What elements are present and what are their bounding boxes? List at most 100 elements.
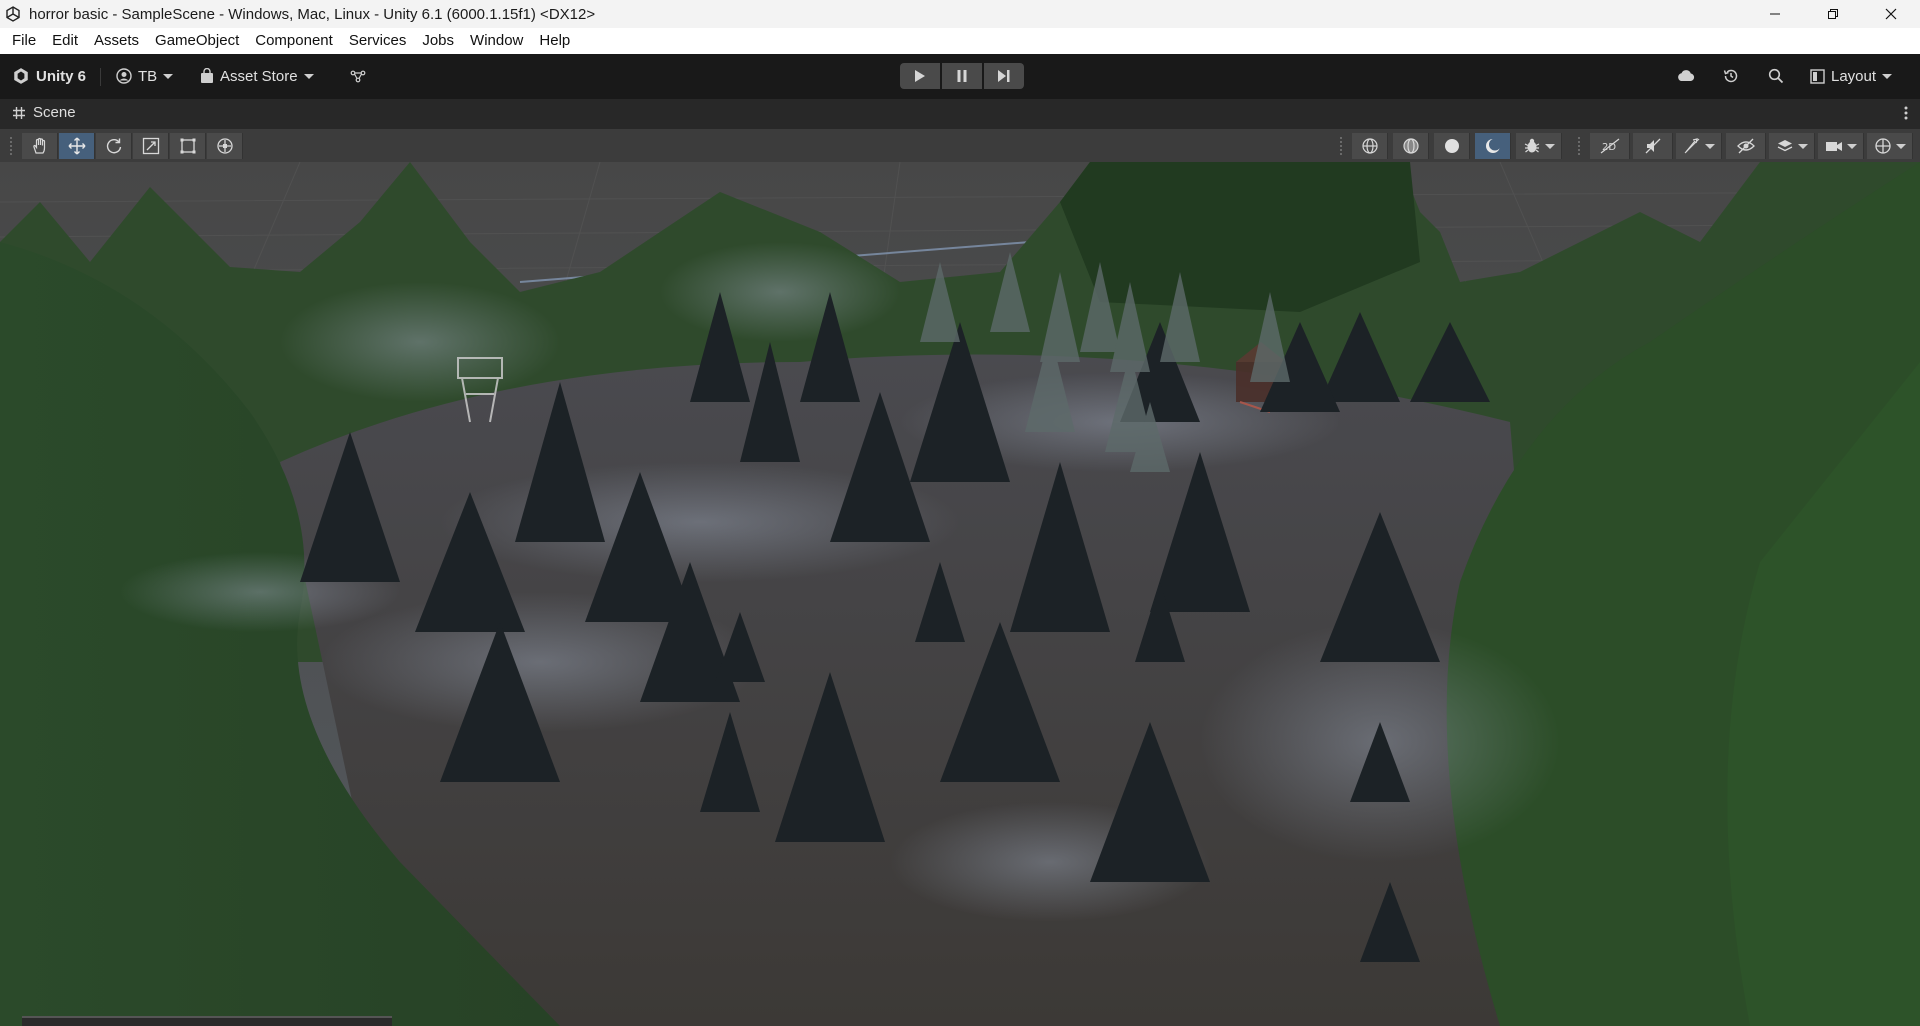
gizmos-dropdown[interactable] [1867, 133, 1913, 159]
cloud-button[interactable] [1672, 63, 1700, 89]
scene-viewport[interactable] [0, 162, 1920, 1026]
layers-icon [1777, 140, 1792, 152]
audio-toggle-button[interactable] [1633, 133, 1673, 159]
transform-gizmo-icon [216, 138, 233, 154]
asset-store-label: Asset Store [220, 67, 298, 85]
layout-icon [1810, 68, 1825, 84]
layers-dropdown[interactable] [1769, 133, 1815, 159]
pause-icon [957, 70, 967, 82]
eye-crossed-icon [1736, 138, 1755, 154]
menu-component[interactable]: Component [247, 28, 341, 54]
scene-tab-bar: Scene [0, 99, 1920, 129]
step-icon [998, 70, 1010, 82]
wireframe-draw-mode-button[interactable] [1352, 133, 1388, 159]
tab-scene[interactable]: Scene [12, 104, 76, 121]
hand-tool-button[interactable] [22, 133, 58, 159]
minimize-icon [1770, 13, 1780, 15]
menu-services[interactable]: Services [341, 28, 415, 54]
chevron-down-icon [163, 73, 174, 79]
step-button[interactable] [984, 63, 1024, 89]
toolbar-grip[interactable] [1578, 137, 1580, 155]
chevron-down-icon [1882, 73, 1893, 79]
svg-text:2D: 2D [1602, 142, 1616, 153]
title-bar: horror basic - SampleScene - Windows, Ma… [0, 0, 1920, 28]
2d-mode-button[interactable]: 2D [1590, 133, 1630, 159]
shaded-wireframe-mode-button[interactable] [1393, 133, 1429, 159]
move-arrows-icon [68, 137, 85, 155]
chevron-down-icon [1544, 143, 1555, 149]
scene-overlay-toolbar[interactable] [22, 1016, 392, 1026]
chevron-down-icon [1846, 143, 1857, 149]
unity-menu-button[interactable]: Unity 6 [8, 63, 90, 89]
hand-icon [32, 137, 45, 154]
transform-tool-button[interactable] [207, 133, 243, 159]
move-tool-button[interactable] [59, 133, 95, 159]
shaded-wireframe-icon [1402, 138, 1419, 154]
gizmo-globe-icon [1874, 138, 1891, 154]
menu-window[interactable]: Window [462, 28, 531, 54]
rotate-icon [106, 138, 121, 154]
main-toolbar: Unity 6 TB Asset Store Layout [0, 54, 1920, 99]
scale-tool-button[interactable] [133, 133, 169, 159]
menu-edit[interactable]: Edit [44, 28, 86, 54]
restore-button[interactable] [1804, 0, 1862, 28]
rect-transform-icon [180, 138, 195, 154]
store-bag-icon [201, 68, 213, 83]
menu-file[interactable]: File [4, 28, 44, 54]
restore-icon [1828, 9, 1838, 19]
minimize-button[interactable] [1746, 0, 1804, 28]
tab-options-button[interactable] [1904, 105, 1908, 125]
scale-icon [142, 137, 159, 155]
chevron-down-icon [1797, 143, 1808, 149]
layout-dropdown[interactable]: Layout [1806, 63, 1896, 89]
rotate-tool-button[interactable] [96, 133, 132, 159]
account-icon [116, 68, 132, 84]
hidden-objects-button[interactable] [1726, 133, 1766, 159]
menu-assets[interactable]: Assets [86, 28, 147, 54]
debug-draw-dropdown[interactable] [1516, 133, 1562, 159]
camera-icon [1825, 142, 1842, 151]
menu-jobs[interactable]: Jobs [414, 28, 462, 54]
close-icon [1885, 8, 1897, 20]
chevron-down-icon [303, 73, 314, 79]
account-dropdown[interactable]: TB [112, 63, 177, 89]
search-button[interactable] [1764, 63, 1788, 89]
version-control-button[interactable] [346, 63, 370, 89]
2d-crossed-icon: 2D [1600, 138, 1619, 154]
history-button[interactable] [1718, 63, 1744, 89]
layout-label: Layout [1831, 67, 1877, 85]
pause-button[interactable] [942, 63, 982, 89]
menu-help[interactable]: Help [531, 28, 578, 54]
account-label: TB [138, 67, 158, 85]
shaded-sphere-icon [1444, 139, 1459, 153]
bug-icon [1524, 138, 1539, 153]
scene-render [0, 162, 1920, 1026]
tab-scene-label: Scene [33, 104, 76, 121]
effects-icon [1684, 138, 1699, 154]
grid-hash-icon [13, 106, 25, 119]
cloud-icon [1678, 70, 1695, 81]
rect-tool-button[interactable] [170, 133, 206, 159]
history-icon [1723, 69, 1738, 83]
play-controls [900, 63, 1024, 89]
camera-settings-dropdown[interactable] [1818, 133, 1864, 159]
menu-gameobject[interactable]: GameObject [147, 28, 247, 54]
wireframe-sphere-icon [1361, 138, 1378, 154]
shaded-mode-button[interactable] [1434, 133, 1470, 159]
unity-logo-icon [14, 68, 28, 84]
window-title: horror basic - SampleScene - Windows, Ma… [29, 5, 596, 23]
audio-muted-icon [1645, 138, 1660, 154]
unlit-mode-button[interactable] [1475, 133, 1511, 159]
unity-app-icon [6, 6, 20, 22]
scene-toolbar: 2D [0, 129, 1920, 162]
kebab-menu-icon [1904, 106, 1908, 120]
close-button[interactable] [1862, 0, 1920, 28]
chevron-down-icon [1704, 143, 1715, 149]
effects-dropdown[interactable] [1676, 133, 1722, 159]
asset-store-dropdown[interactable]: Asset Store [196, 63, 318, 89]
menu-bar: File Edit Assets GameObject Component Se… [0, 28, 1920, 54]
toolbar-grip[interactable] [10, 137, 12, 155]
toolbar-grip[interactable] [1340, 137, 1342, 155]
play-button[interactable] [900, 63, 940, 89]
chevron-down-icon [1895, 143, 1906, 149]
